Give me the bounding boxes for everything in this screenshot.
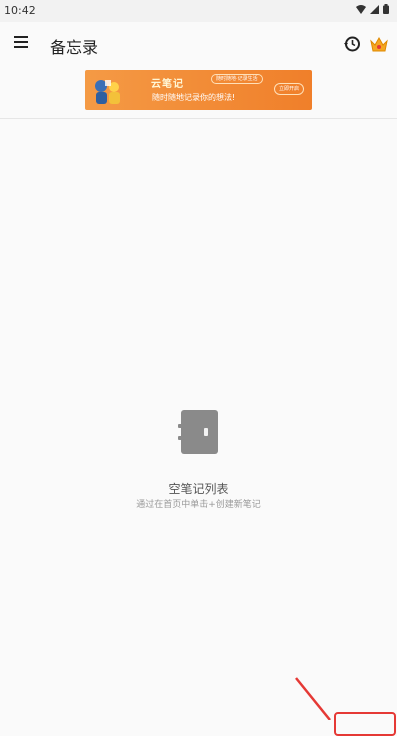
banner-subtitle: 随时随地记录你的想法! (152, 93, 236, 102)
status-bar: 10:42 (0, 0, 397, 22)
battery-icon (383, 4, 389, 14)
menu-icon (14, 36, 28, 38)
banner-title: 云笔记 (151, 79, 184, 90)
status-time: 10:42 (4, 4, 36, 17)
page-title: 备忘录 (50, 38, 99, 57)
annotation-highlight-box (334, 712, 396, 736)
history-icon[interactable] (343, 35, 361, 53)
banner-open-button[interactable]: 立即开启 (273, 83, 304, 95)
banner-tag: 随时随地·记录生活 (211, 74, 263, 84)
notebook-icon (178, 410, 218, 454)
vip-crown-icon[interactable] (369, 34, 389, 54)
status-icons (356, 4, 389, 14)
promo-banner[interactable]: 云笔记 随时随地记录你的想法! 随时随地·记录生活 立即开启 (85, 70, 312, 110)
signal-icon (370, 4, 379, 14)
empty-state-hint: 通过在首页中单击+创建新笔记 (136, 500, 261, 510)
empty-state-title: 空笔记列表 (168, 482, 229, 496)
menu-button[interactable] (14, 36, 28, 50)
wifi-icon (356, 4, 366, 14)
banner-illustration-icon (95, 80, 120, 104)
header-divider (0, 118, 397, 119)
app-bar: 备忘录 (0, 22, 397, 68)
